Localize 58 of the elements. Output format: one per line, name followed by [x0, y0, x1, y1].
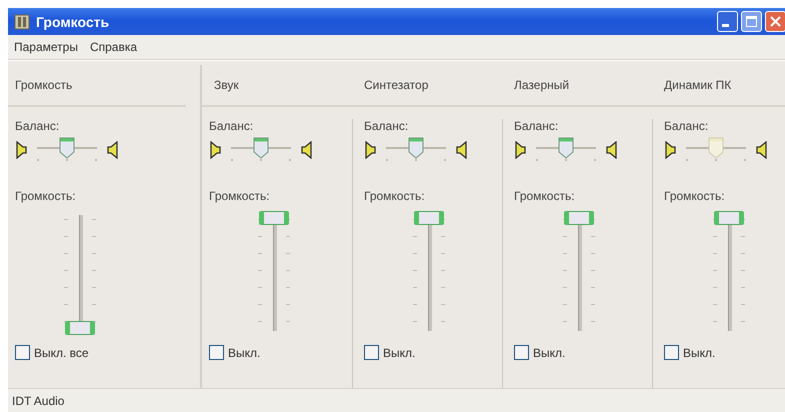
balance-label: Баланс:	[664, 119, 710, 133]
volume-label: Громкость:	[514, 189, 576, 203]
volume-label: Громкость:	[664, 189, 726, 203]
slider-thumb[interactable]	[414, 211, 444, 225]
mute-label: Выкл.	[228, 346, 260, 360]
speaker-icon	[15, 141, 27, 159]
slider-thumb[interactable]	[558, 137, 574, 159]
balance-label: Баланс:	[514, 119, 560, 133]
mute-checkbox[interactable]	[514, 345, 529, 360]
slider-thumb[interactable]	[714, 211, 744, 225]
channel-name: Звук	[214, 78, 239, 92]
channel-name: Лазерный	[514, 78, 570, 92]
slider-thumb[interactable]	[253, 137, 269, 159]
speaker-icon	[664, 141, 676, 159]
mute-checkbox[interactable]	[209, 345, 224, 360]
speaker-icon	[514, 141, 526, 159]
maximize-button[interactable]	[741, 11, 762, 32]
minimize-button[interactable]	[717, 11, 738, 32]
mute-checkbox[interactable]	[364, 345, 379, 360]
balance-label: Баланс:	[364, 119, 410, 133]
balance-slider[interactable]	[386, 137, 446, 163]
speaker-icon	[209, 141, 221, 159]
channel-name: Динамик ПК	[664, 78, 732, 92]
slider-thumb[interactable]	[564, 211, 594, 225]
status-text: IDT Audio	[12, 394, 64, 408]
slider-thumb[interactable]	[408, 137, 424, 159]
balance-label: Баланс:	[15, 119, 60, 133]
balance-slider[interactable]	[536, 137, 596, 163]
balance-slider[interactable]	[686, 137, 746, 163]
speaker-icon	[301, 141, 313, 159]
volume-label: Громкость:	[364, 189, 426, 203]
speaker-icon	[107, 141, 119, 159]
channel-name: Синтезатор	[364, 78, 428, 92]
maximize-icon	[746, 16, 757, 27]
minimize-icon	[722, 24, 729, 27]
balance-slider[interactable]	[37, 137, 97, 163]
mute-checkbox[interactable]	[15, 345, 30, 360]
mute-label: Выкл. все	[34, 346, 89, 360]
volume-label: Громкость:	[15, 189, 77, 203]
speaker-icon	[756, 141, 768, 159]
channel-name: Громкость	[15, 78, 72, 92]
speaker-icon	[364, 141, 376, 159]
mute-label: Выкл.	[383, 346, 416, 360]
mute-label: Выкл.	[533, 346, 566, 360]
close-button[interactable]	[765, 11, 785, 32]
window-title: Громкость	[36, 14, 110, 30]
balance-label: Баланс:	[209, 119, 254, 133]
menu-item[interactable]: Справка	[88, 40, 140, 54]
slider-thumb[interactable]	[59, 137, 75, 159]
slider-thumb[interactable]	[259, 211, 289, 225]
mute-checkbox[interactable]	[664, 345, 679, 360]
slider-thumb[interactable]	[65, 321, 95, 335]
menu-item[interactable]: Параметры	[12, 40, 80, 54]
volume-label: Громкость:	[209, 189, 271, 203]
speaker-icon	[456, 141, 468, 159]
speaker-icon	[606, 141, 618, 159]
balance-slider[interactable]	[231, 137, 291, 163]
mute-label: Выкл.	[683, 346, 716, 360]
